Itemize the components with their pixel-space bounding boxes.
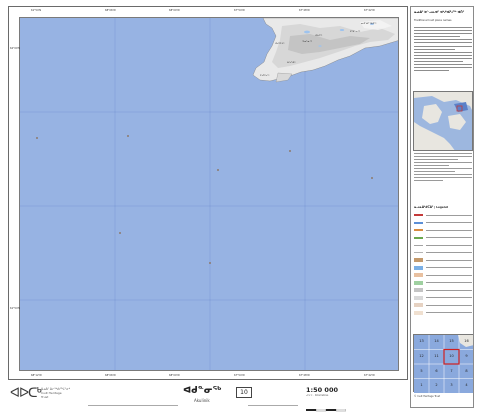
legend-item — [414, 242, 472, 248]
legend-symbol — [414, 295, 423, 300]
sidebar-subtitle: Traditional Inuit place names — [414, 19, 452, 22]
tick-label-bottom: 67°48'W — [299, 374, 310, 377]
index-cell[interactable]: 11 — [431, 354, 443, 358]
sidebar-panel: ᓇᓄᐃᑦ ᐅᓪᓗᕆᐊᑦ ᐊᒃᓱᐊᕈᓯᖅ ᐊᑏᑦ Traditional Inui… — [410, 6, 474, 408]
footer-credit-line — [88, 404, 178, 408]
legend-symbol — [414, 252, 423, 253]
tick-label-side: 61°54'N — [10, 307, 21, 310]
index-cell[interactable]: 10 — [446, 354, 458, 358]
water-area — [20, 18, 398, 370]
legend-item — [414, 310, 472, 316]
scale-bar — [306, 408, 347, 412]
legend-symbol — [414, 236, 423, 239]
tick-label-bottom: 68°00'W — [169, 374, 180, 377]
sheet-subtitle: Akulinik — [194, 398, 210, 403]
legend-item — [414, 250, 472, 256]
tick-label-bottom: 68°06'W — [105, 374, 116, 377]
sidebar-body-text — [414, 27, 472, 91]
index-cell[interactable]: 2 — [431, 383, 443, 387]
place-label: ᐊᓯᐊᕐᔪᒃ — [275, 42, 284, 45]
index-cell[interactable]: 14 — [431, 339, 443, 343]
scale-ratio: 1:50 000 — [306, 386, 338, 394]
sheet-index-grid[interactable]: 13 14 15 16 12 11 10 9 5 6 7 8 1 2 3 4 — [413, 334, 473, 393]
legend-symbol — [414, 214, 423, 216]
legend-symbol — [414, 280, 423, 285]
sheet-number: 10 — [236, 387, 252, 398]
legend-symbol — [414, 273, 423, 277]
index-cell[interactable]: 4 — [461, 383, 473, 387]
legend-title: ᓇᓗᓇᐃᒃᑯᑕᐃᑦ | Legend — [414, 205, 448, 209]
legend-item — [414, 227, 472, 233]
tick-label-bottom: 67°54'W — [234, 374, 245, 377]
tick-label-top: 67°42'W — [364, 9, 375, 12]
map-canvas[interactable]: ᐊᓯᐊᕐᔪᒃ ᑐᓄᓐᓂᖅ ᐊᒪᕈᖅ ᑭᖑᓪᓕᖅ ᐃᑦᓯᕐᕕᒃ ᑕᓯᐅᔭᖅ ᓂᐊᖁ… — [19, 17, 399, 371]
index-cell[interactable]: 16 — [461, 339, 473, 343]
org-name: ᐃᓄᐃᑦ ᐃᓕᖅᑯᓯᖓᓐᓂᒃ Inuit Heritage Trust — [41, 387, 70, 399]
place-label: ᑭᖑᓪᓕᖅ — [350, 30, 361, 33]
legend-symbol — [414, 244, 423, 246]
legend-item — [414, 287, 472, 293]
index-cell[interactable]: 6 — [431, 369, 443, 373]
index-cell[interactable]: 12 — [416, 354, 428, 358]
legend-item — [414, 235, 472, 241]
scale-block: 1:50 000 ᓯᑎᒥᑕ · Kilometres — [306, 386, 347, 412]
tick-label-top: 68°00'W — [169, 9, 180, 12]
legend-item — [414, 302, 472, 308]
tick-label-top: 67°48'W — [299, 9, 310, 12]
legend-symbol — [414, 303, 423, 307]
tick-label-top: 67°54'W — [234, 9, 245, 12]
logo-mark: ᐊᐅᑕᒃ — [10, 386, 42, 401]
place-label: ᐊᒪᕈᖅ — [315, 34, 323, 37]
legend-item — [414, 280, 472, 286]
index-cell[interactable]: 1 — [416, 383, 428, 387]
bottom-title-bar: ᐊᐅᑕᒃ ᐃᓄᐃᑦ ᐃᓕᖅᑯᓯᖓᓐᓂᒃ Inuit Heritage Trust… — [8, 382, 408, 412]
tick-label-top: 61°54'N — [31, 9, 42, 12]
legend-item — [414, 212, 472, 218]
place-label: ᐃᑦᓯᕐᕕᒃ — [287, 61, 295, 64]
legend-symbol — [414, 258, 423, 262]
index-cell[interactable]: 5 — [416, 369, 428, 373]
map-svg: ᐊᓯᐊᕐᔪᒃ ᑐᓄᓐᓂᖅ ᐊᒪᕈᖅ ᑭᖑᓪᓕᖅ ᐃᑦᓯᕐᕕᒃ ᑕᓯᐅᔭᖅ ᓂᐊᖁ… — [20, 18, 398, 370]
legend-symbol — [414, 288, 423, 292]
inset-caption-text — [414, 153, 472, 201]
legend-symbol — [414, 310, 423, 315]
tick-label-bottom: 68°12'W — [31, 374, 42, 377]
place-label: ᑕᓯᐅᔭᖅ — [260, 74, 270, 77]
index-cell[interactable]: 9 — [461, 354, 473, 358]
legend-list — [414, 212, 472, 330]
inset-map — [413, 91, 473, 151]
legend-symbol — [414, 265, 423, 270]
sidebar-footer: © Inuit Heritage Trust — [414, 395, 441, 398]
logo: ᐊᐅᑕᒃ ᐃᓄᐃᑦ ᐃᓕᖅᑯᓯᖓᓐᓂᒃ Inuit Heritage Trust — [10, 386, 80, 404]
tick-label-top: 68°06'W — [105, 9, 116, 12]
place-label: ᑐᓄᓐᓂᖅ — [302, 40, 313, 43]
legend-item — [414, 257, 472, 263]
tick-label-side: 62°00'N — [10, 47, 21, 50]
sidebar-title: ᓇᓄᐃᑦ ᐅᓪᓗᕆᐊᑦ ᐊᒃᓱᐊᕈᓯᖅ ᐊᑏᑦ — [414, 10, 465, 14]
sheet-title: ᐊᑯᓐᓂᖅ — [183, 386, 222, 396]
index-cell[interactable]: 15 — [446, 339, 458, 343]
tick-label-bottom: 67°42'W — [364, 374, 375, 377]
legend-item — [414, 295, 472, 301]
map-frame: ᐊᓯᐊᕐᔪᒃ ᑐᓄᓐᓂᖅ ᐊᒪᕈᖅ ᑭᖑᓪᓕᖅ ᐃᑦᓯᕐᕕᒃ ᑕᓯᐅᔭᖅ ᓂᐊᖁ… — [8, 6, 408, 380]
legend-symbol — [414, 221, 423, 224]
place-label: ᓂᐊᖁᓐᖑᐊᖅ — [361, 22, 377, 25]
index-cell[interactable]: 7 — [446, 369, 458, 373]
legend-item — [414, 272, 472, 278]
index-cell[interactable]: 3 — [446, 383, 458, 387]
footer-credit-line — [248, 404, 298, 408]
index-cell[interactable]: 13 — [416, 339, 428, 343]
legend-item — [414, 220, 472, 226]
legend-item — [414, 265, 472, 271]
org-name-line: Trust — [41, 394, 49, 399]
legend-symbol — [414, 229, 423, 231]
scale-units: ᓯᑎᒥᑕ · Kilometres — [306, 394, 329, 397]
index-cell[interactable]: 8 — [461, 369, 473, 373]
